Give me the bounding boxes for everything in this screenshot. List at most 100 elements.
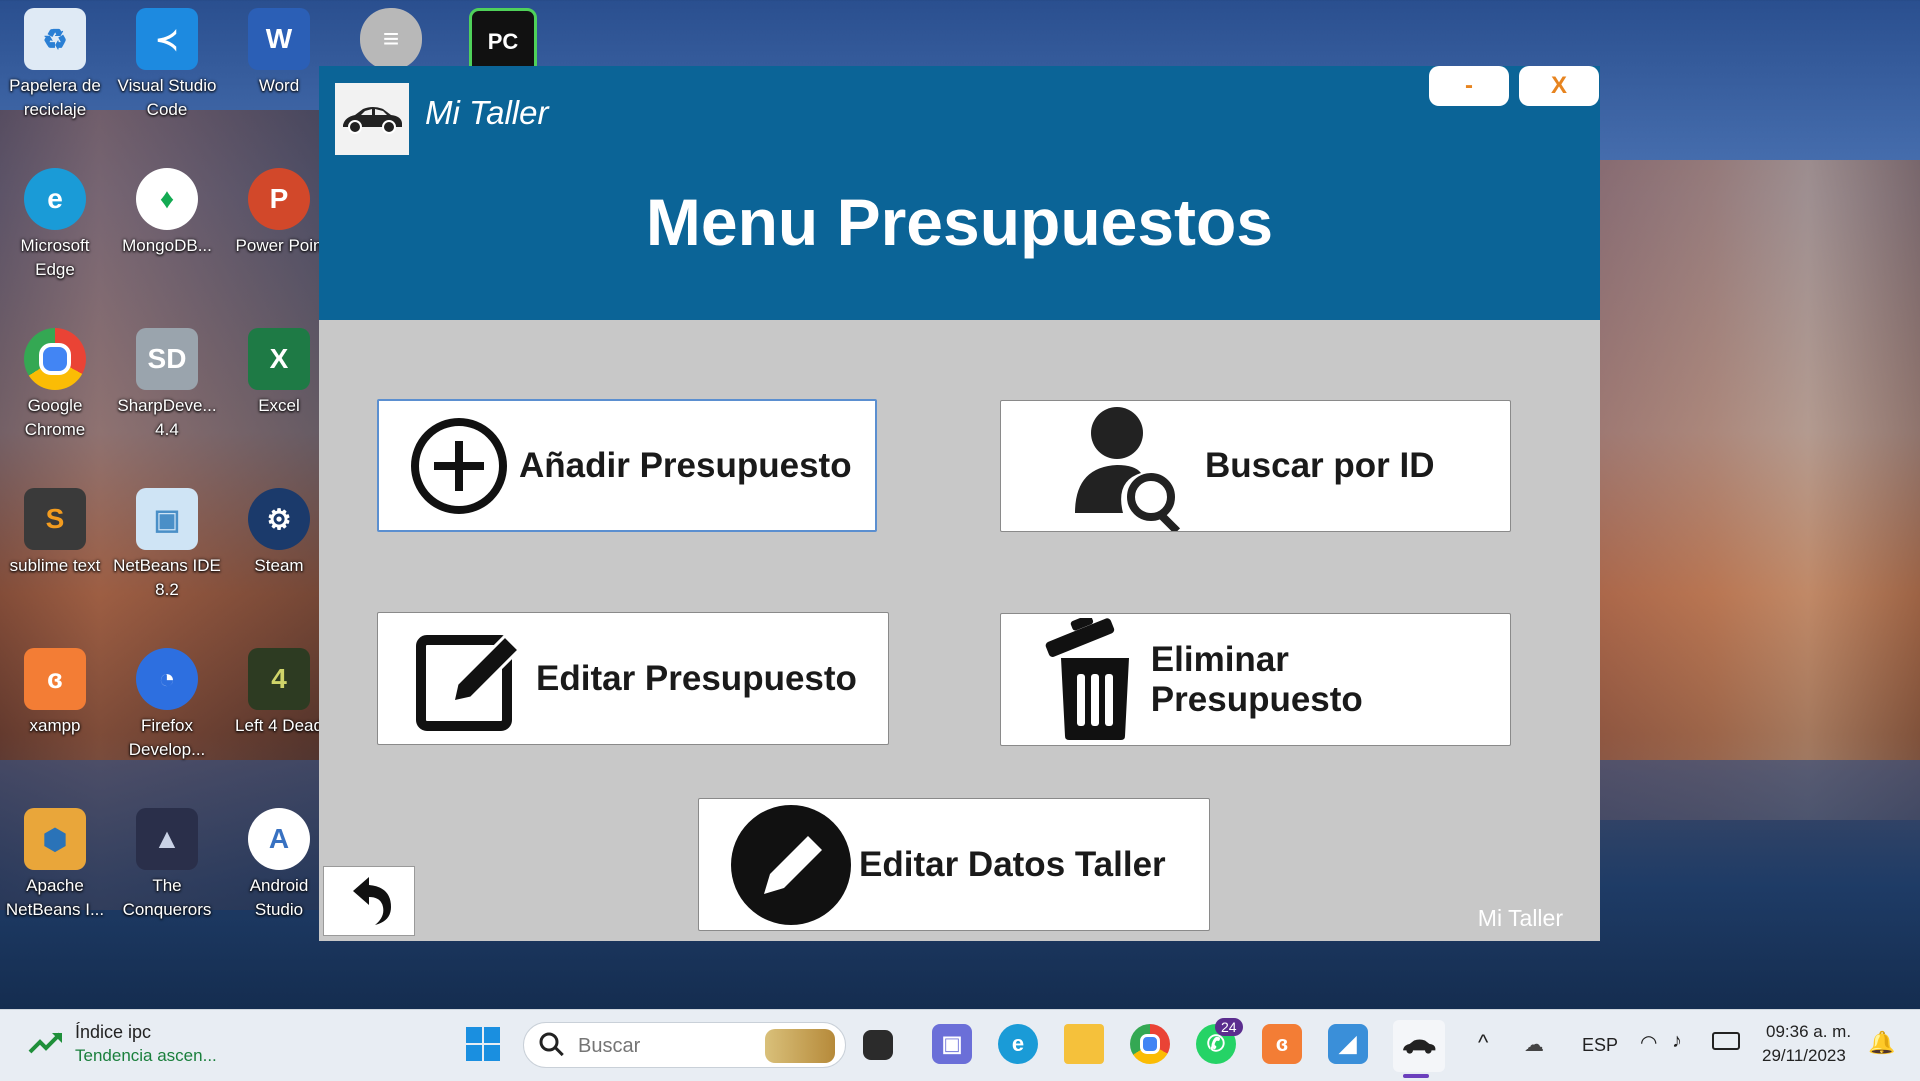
netbeans-icon: ▣ xyxy=(136,488,198,550)
clock-date[interactable]: 29/11/2023 xyxy=(1762,1046,1846,1066)
excel-icon: X xyxy=(248,328,310,390)
desktop-icon-label: Visual Studio Code xyxy=(117,76,217,119)
add-budget-button[interactable]: Añadir Presupuesto xyxy=(377,399,877,532)
desktop-icon-word[interactable]: W Word xyxy=(224,8,334,98)
desktop-icon-mongodb[interactable]: ♦ MongoDB... xyxy=(112,168,222,258)
edge-icon: e xyxy=(24,168,86,230)
mongodb-icon: ♦ xyxy=(136,168,198,230)
xampp-icon: ɞ xyxy=(24,648,86,710)
firefox-icon: ◔ xyxy=(136,648,198,710)
left4dead-icon: 4 xyxy=(248,648,310,710)
desktop-icon-edge[interactable]: e Microsoft Edge xyxy=(0,168,110,282)
volume-icon[interactable]: ♪ xyxy=(1672,1030,1682,1053)
android-studio-icon: A xyxy=(248,808,310,870)
app-taskbar-icon[interactable]: ◢ xyxy=(1328,1024,1368,1064)
add-budget-label: Añadir Presupuesto xyxy=(519,445,852,485)
window-title: Mi Taller xyxy=(425,94,549,131)
recycle-bin-icon: ♻ xyxy=(24,8,86,70)
plus-circle-icon xyxy=(399,406,519,526)
database-icon: ≡ xyxy=(360,8,422,70)
desktop-icon-label: xampp xyxy=(29,716,81,735)
desktop-icon-xampp[interactable]: ɞ xampp xyxy=(0,648,110,738)
wifi-icon[interactable]: ◠ xyxy=(1640,1030,1657,1055)
desktop-icon-label: Google Chrome xyxy=(24,396,86,439)
language-indicator[interactable]: ESP xyxy=(1582,1035,1618,1056)
desktop-icon-database[interactable]: ≡ xyxy=(336,8,446,70)
taskbar-search[interactable] xyxy=(523,1022,846,1068)
steam-icon: ⚙ xyxy=(248,488,310,550)
chevron-up-icon[interactable]: ^ xyxy=(1478,1030,1488,1056)
desktop-icon-label: Papelera de reciclaje xyxy=(9,76,101,119)
xampp-taskbar-icon[interactable]: ɞ xyxy=(1262,1024,1302,1064)
teams-chat-icon[interactable]: ▣ xyxy=(932,1024,972,1064)
desktop-icon-powerpoint[interactable]: P Power Poin xyxy=(224,168,334,258)
back-button[interactable] xyxy=(323,866,415,936)
mi-taller-taskbar-icon[interactable] xyxy=(1393,1020,1445,1072)
desktop-icon-label: Apache NetBeans I... xyxy=(5,876,105,919)
desktop-icon-label: sublime text xyxy=(9,556,101,575)
window-header: Mi Taller Menu Presupuestos - X xyxy=(319,66,1600,320)
desktop-icon-left4dead[interactable]: 4 Left 4 Dead xyxy=(224,648,334,738)
edge-taskbar-icon[interactable]: e xyxy=(998,1024,1038,1064)
search-input[interactable] xyxy=(576,1031,780,1061)
edit-shop-data-label: Editar Datos Taller xyxy=(859,844,1166,884)
app-window: Mi Taller Menu Presupuestos - X Añadir P… xyxy=(319,66,1600,941)
desktop-icon-vscode[interactable]: ≺ Visual Studio Code xyxy=(112,8,222,122)
desktop-icon-label: Power Poin xyxy=(235,236,323,255)
apache-netbeans-icon: ⬢ xyxy=(24,808,86,870)
desktop-icon-label: Firefox Develop... xyxy=(128,716,206,759)
trash-icon xyxy=(1031,615,1151,745)
search-highlight-image xyxy=(765,1029,835,1063)
desktop-icon-label: MongoDB... xyxy=(122,236,212,255)
widget-title[interactable]: Índice ipc xyxy=(75,1022,151,1043)
page-title: Menu Presupuestos xyxy=(645,185,1274,259)
search-by-id-button[interactable]: Buscar por ID xyxy=(1000,400,1511,532)
desktop-icon-label: Excel xyxy=(258,396,300,415)
vscode-icon: ≺ xyxy=(136,8,198,70)
delete-budget-button[interactable]: Eliminar Presupuesto xyxy=(1000,613,1511,746)
clock-time[interactable]: 09:36 a. m. xyxy=(1766,1022,1851,1042)
desktop-icon-label: SharpDeve... 4.4 xyxy=(117,396,217,439)
desktop-icon-label: Microsoft Edge xyxy=(20,236,90,279)
desktop-icon-sharpdevelop[interactable]: SD SharpDeve... 4.4 xyxy=(112,328,222,442)
widget-subtitle[interactable]: Tendencia ascen... xyxy=(75,1046,217,1066)
desktop-icon-label: Steam xyxy=(254,556,304,575)
desktop-icon-label: NetBeans IDE 8.2 xyxy=(113,556,221,599)
desktop-icon-steam[interactable]: ⚙ Steam xyxy=(224,488,334,578)
desktop-icon-label: Android Studio xyxy=(249,876,309,919)
close-button[interactable]: X xyxy=(1519,66,1599,106)
desktop-icon-recycle-bin[interactable]: ♻ Papelera de reciclaje xyxy=(0,8,110,122)
minimize-button[interactable]: - xyxy=(1429,66,1509,106)
whatsapp-badge: 24 xyxy=(1215,1018,1243,1036)
desktop-icon-excel[interactable]: X Excel xyxy=(224,328,334,418)
desktop-icon-chrome[interactable]: Google Chrome xyxy=(0,328,110,442)
desktop-icon-label: Word xyxy=(258,76,300,95)
battery-icon[interactable] xyxy=(1712,1032,1740,1050)
task-view-icon[interactable] xyxy=(863,1030,893,1060)
edit-budget-button[interactable]: Editar Presupuesto xyxy=(377,612,889,745)
start-windows-icon[interactable] xyxy=(463,1024,503,1064)
onedrive-error-icon[interactable]: ☁ xyxy=(1524,1032,1544,1057)
desktop-icon-netbeans[interactable]: ▣ NetBeans IDE 8.2 xyxy=(112,488,222,602)
delete-budget-label: Eliminar Presupuesto xyxy=(1150,639,1363,719)
user-search-icon xyxy=(1065,401,1195,531)
desktop-icon-label: The Conquerors xyxy=(122,876,212,919)
desktop-icon-firefox[interactable]: ◔ Firefox Develop... xyxy=(112,648,222,762)
desktop-icon-android-studio[interactable]: A Android Studio xyxy=(224,808,334,922)
desktop-icon-label: Left 4 Dead xyxy=(235,716,323,735)
edit-shop-data-button[interactable]: Editar Datos Taller xyxy=(698,798,1210,931)
taskbar: Índice ipc Tendencia ascen... ▣ e ✆ 24 ɞ… xyxy=(0,1009,1920,1081)
sharpdevelop-icon: SD xyxy=(136,328,198,390)
sublime-icon: S xyxy=(24,488,86,550)
word-icon: W xyxy=(248,8,310,70)
notification-bell-icon[interactable]: 🔔 xyxy=(1868,1030,1895,1056)
powerpoint-icon: P xyxy=(248,168,310,230)
file-explorer-icon[interactable] xyxy=(1064,1024,1104,1064)
desktop-icon-sublime[interactable]: S sublime text xyxy=(0,488,110,578)
chrome-icon xyxy=(24,328,86,390)
chrome-taskbar-icon[interactable] xyxy=(1130,1024,1170,1064)
desktop-icon-apache-netbeans[interactable]: ⬢ Apache NetBeans I... xyxy=(0,808,110,922)
active-app-indicator xyxy=(1403,1074,1429,1078)
stock-trend-icon xyxy=(28,1030,64,1061)
desktop-icon-conquerors[interactable]: ▲ The Conquerors xyxy=(112,808,222,922)
